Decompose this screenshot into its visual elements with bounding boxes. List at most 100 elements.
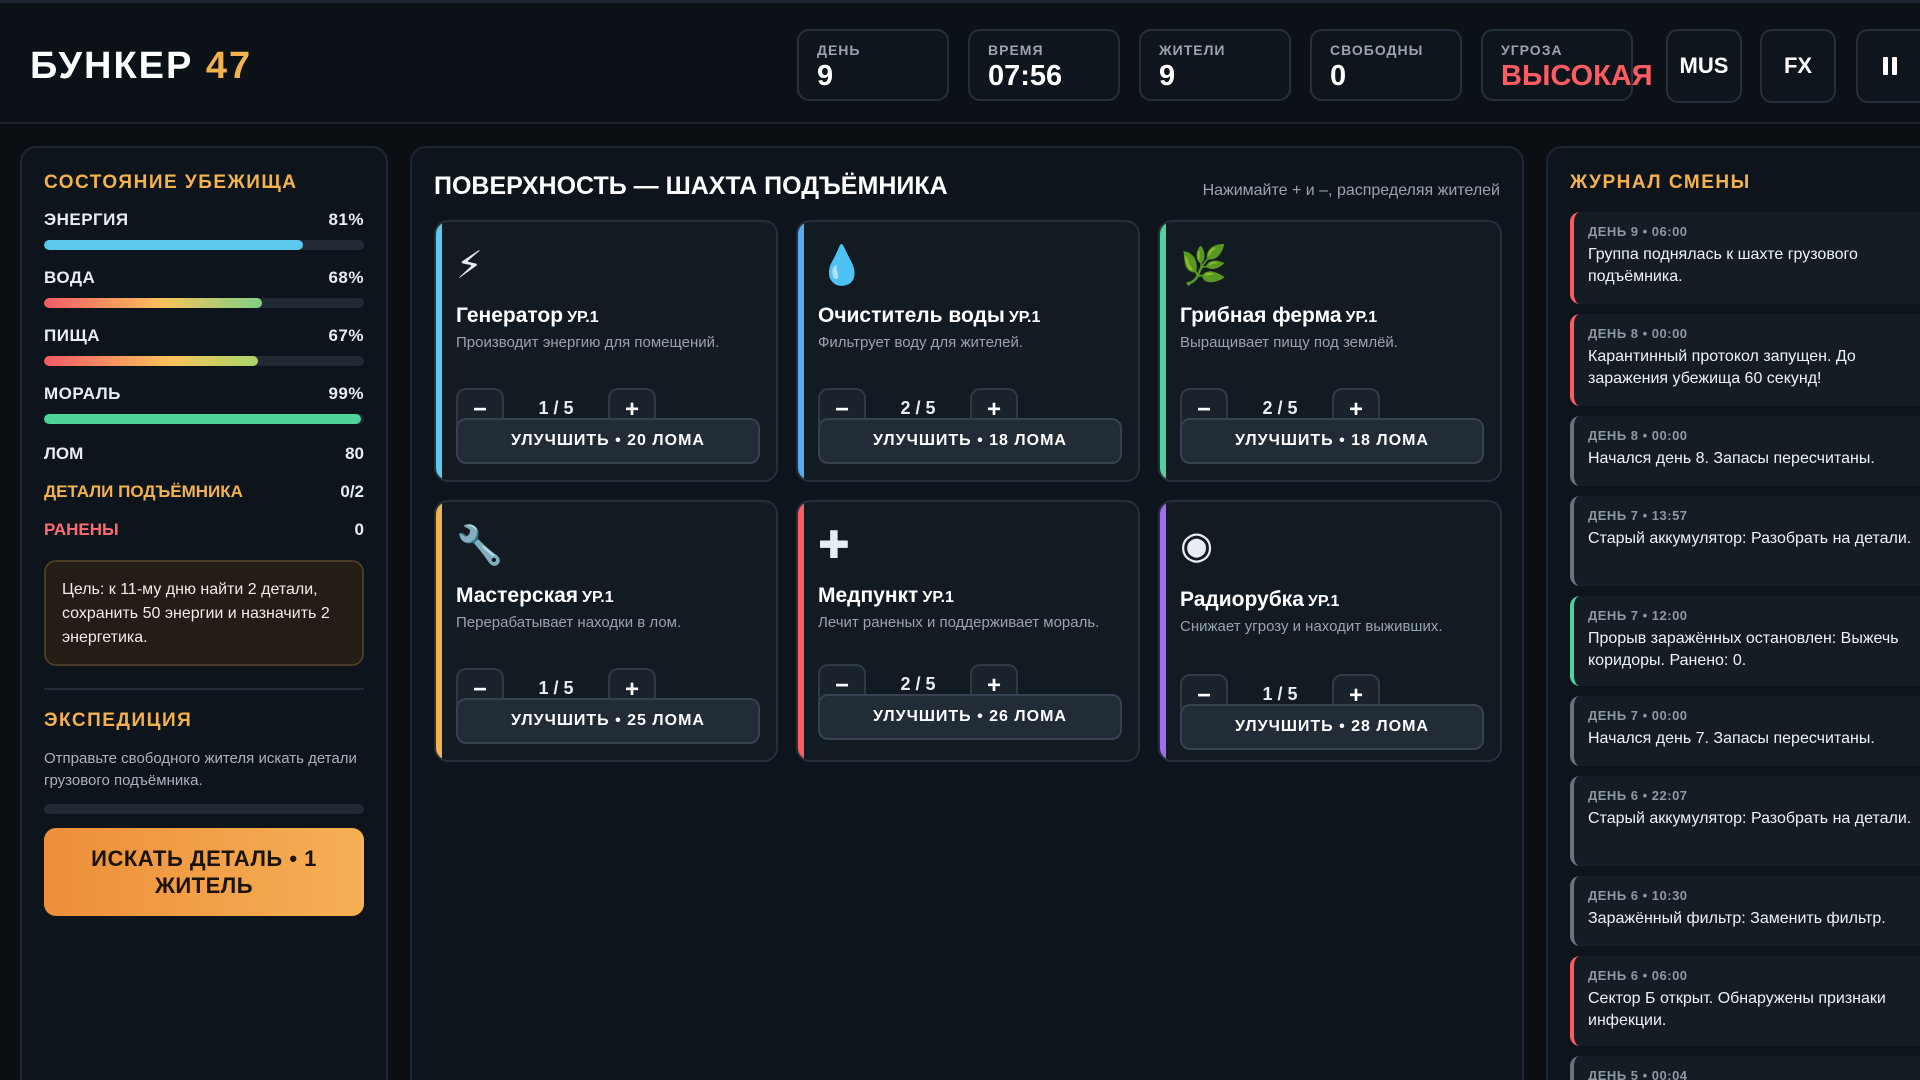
resource-value: 68% <box>328 268 364 287</box>
stat-time: ВРЕМЯ 07:56 <box>968 29 1120 101</box>
shelter-status-panel: СОСТОЯНИЕ УБЕЖИЩА ЭНЕРГИЯ 81% ВОДА 68% П… <box>20 146 388 1080</box>
log-time: ДЕНЬ 9 • 06:00 <box>1588 224 1688 239</box>
room-level: УР.1 <box>1307 593 1340 610</box>
upgrade-room-button[interactable]: УЛУЧШИТЬ • 18 ЛОМА <box>1180 418 1484 464</box>
log-message: Старый аккумулятор: Разобрать на детали. <box>1588 810 1912 827</box>
upgrade-room-button[interactable]: УЛУЧШИТЬ • 28 ЛОМА <box>1180 704 1484 750</box>
room-name: Генератор УР.1 <box>456 304 599 328</box>
resource-water: ВОДА 68% <box>44 268 364 308</box>
log-entry: ДЕНЬ 6 • 10:30 Заражённый фильтр: Заменит… <box>1570 876 1920 946</box>
stat-free: СВОБОДНЫ 0 <box>1310 29 1462 101</box>
resource-bar <box>44 240 364 250</box>
worker-count: 1 / 5 <box>538 678 574 698</box>
surface-hint: Нажимайте + и –, распределяя жителей <box>1202 182 1500 199</box>
room-name: Мастерская УР.1 <box>456 584 614 608</box>
pause-button[interactable] <box>1856 29 1920 103</box>
room-description: Фильтрует воду для жителей. <box>818 334 1024 351</box>
shift-log-panel: ЖУРНАЛ СМЕНЫ ДЕНЬ 9 • 06:00 Группа поднял… <box>1546 146 1920 1080</box>
room-name-text: Медпункт <box>818 584 919 607</box>
stat-day: ДЕНЬ 9 <box>797 29 949 101</box>
log-entry: ДЕНЬ 9 • 06:00 Группа поднялась к шахте г… <box>1570 212 1920 304</box>
room-level: УР.1 <box>567 309 599 326</box>
log-time: ДЕНЬ 7 • 00:00 <box>1588 708 1688 723</box>
room-accent <box>1160 222 1166 480</box>
stats-bar: ДЕНЬ 9 ВРЕМЯ 07:56 ЖИТЕЛИ 9 СВОБОДНЫ 0 У… <box>797 29 1653 103</box>
upgrade-room-button[interactable]: УЛУЧШИТЬ • 18 ЛОМА <box>818 418 1122 464</box>
resource-label: ЭНЕРГИЯ <box>44 210 129 229</box>
resource-value: 99% <box>328 384 364 403</box>
worker-count: 2 / 5 <box>900 674 936 694</box>
wounded-value: 0 <box>354 520 364 539</box>
game-title-number: 47 <box>205 45 253 87</box>
room-card: 🔧 Мастерская УР.1 Перерабатывает находки в … <box>434 500 778 762</box>
resource-value: 81% <box>328 210 364 229</box>
scrap-label: ЛОМ <box>44 444 84 463</box>
room-name-text: Генератор <box>456 304 564 327</box>
room-accent <box>798 502 804 760</box>
room-accent <box>436 222 442 480</box>
log-message: Карантинный протокол запущен. До заражен… <box>1588 348 1856 387</box>
log-time: ДЕНЬ 6 • 22:07 <box>1588 788 1688 803</box>
stat-value: 0 <box>1330 60 1347 92</box>
stat-value: ВЫСОКАЯ <box>1501 60 1653 92</box>
expedition-description: Отправьте свободного жителя искать детал… <box>44 750 357 789</box>
room-name-text: Грибная ферма <box>1180 304 1342 327</box>
log-message: Начался день 8. Запасы пересчитаны. <box>1588 450 1875 467</box>
resource-bar-fill <box>44 240 304 250</box>
stat-label: УГРОЗА <box>1501 42 1563 58</box>
log-time: ДЕНЬ 8 • 00:00 <box>1588 326 1688 341</box>
room-level: УР.1 <box>1008 309 1041 326</box>
log-entry: ДЕНЬ 5 • 00:04 <box>1570 1056 1920 1080</box>
scrap-count: ЛОМ 80 <box>44 444 364 464</box>
wounded-label: РАНЕНЫ <box>44 520 119 539</box>
divider <box>44 688 364 690</box>
radio-icon: ◉ <box>1180 525 1214 567</box>
room-accent <box>798 222 804 480</box>
worker-count: 2 / 5 <box>900 398 936 418</box>
resource-energy: ЭНЕРГИЯ 81% <box>44 210 364 250</box>
room-card: 💧 Очиститель воды УР.1 Фильтрует воду для ж… <box>796 220 1140 482</box>
upgrade-room-button[interactable]: УЛУЧШИТЬ • 26 ЛОМА <box>818 694 1122 740</box>
room-name: Медпункт УР.1 <box>818 584 954 608</box>
resource-bar <box>44 298 364 308</box>
room-description: Лечит раненых и поддерживает мораль. <box>818 614 1100 631</box>
resource-morale: МОРАЛЬ 99% <box>44 384 364 424</box>
lift-parts-label: ДЕТАЛИ ПОДЪЁМНИКА <box>44 482 243 501</box>
room-name: Радиорубка УР.1 <box>1180 588 1339 612</box>
upgrade-room-button[interactable]: УЛУЧШИТЬ • 25 ЛОМА <box>456 698 760 744</box>
log-entry: ДЕНЬ 7 • 13:57 Старый аккумулятор: Разобр… <box>1570 496 1920 586</box>
lightning-icon: ⚡ <box>456 245 483 287</box>
medical-cross-icon: ✚ <box>818 525 850 567</box>
fx-toggle-button[interactable]: FX <box>1760 29 1836 103</box>
scrap-value: 80 <box>345 444 364 463</box>
log-time: ДЕНЬ 5 • 00:04 <box>1588 1068 1688 1080</box>
log-time: ДЕНЬ 7 • 12:00 <box>1588 608 1688 623</box>
worker-count: 1 / 5 <box>1262 684 1298 704</box>
herb-icon: 🌿 <box>1180 245 1228 287</box>
upgrade-room-button[interactable]: УЛУЧШИТЬ • 20 ЛОМА <box>456 418 760 464</box>
log-message: Сектор Б открыт. Обнаружены признаки инф… <box>1588 990 1886 1029</box>
log-entry: ДЕНЬ 8 • 00:00 Начался день 8. Запасы пер… <box>1570 416 1920 486</box>
lift-parts-count: ДЕТАЛИ ПОДЪЁМНИКА 0/2 <box>44 482 364 502</box>
log-time: ДЕНЬ 7 • 13:57 <box>1588 508 1688 523</box>
room-level: УР.1 <box>922 589 954 606</box>
resource-bar-fill <box>44 298 262 308</box>
stat-value: 07:56 <box>988 60 1063 92</box>
resource-value: 67% <box>328 326 364 345</box>
stat-value: 9 <box>1159 60 1176 92</box>
log-message: Прорыв заражённых остановлен: Выжечь кор… <box>1588 630 1899 669</box>
room-level: УР.1 <box>1345 309 1378 326</box>
stat-value: 9 <box>817 60 834 92</box>
log-time: ДЕНЬ 8 • 00:00 <box>1588 428 1688 443</box>
resource-label: ПИЩА <box>44 326 101 345</box>
stat-threat: УГРОЗА ВЫСОКАЯ <box>1481 29 1653 101</box>
music-toggle-button[interactable]: MUS <box>1666 29 1742 103</box>
room-level: УР.1 <box>582 589 614 606</box>
room-accent <box>436 502 442 760</box>
room-description: Выращивает пищу под землёй. <box>1180 334 1398 351</box>
log-entry: ДЕНЬ 6 • 06:00 Сектор Б открыт. Обнаружен… <box>1570 956 1920 1046</box>
lift-parts-value: 0/2 <box>340 482 364 501</box>
search-part-button[interactable]: ИСКАТЬ ДЕТАЛЬ • 1 ЖИТЕЛЬ <box>44 828 364 916</box>
resource-label: ВОДА <box>44 268 96 287</box>
resource-bar-fill <box>44 356 259 366</box>
